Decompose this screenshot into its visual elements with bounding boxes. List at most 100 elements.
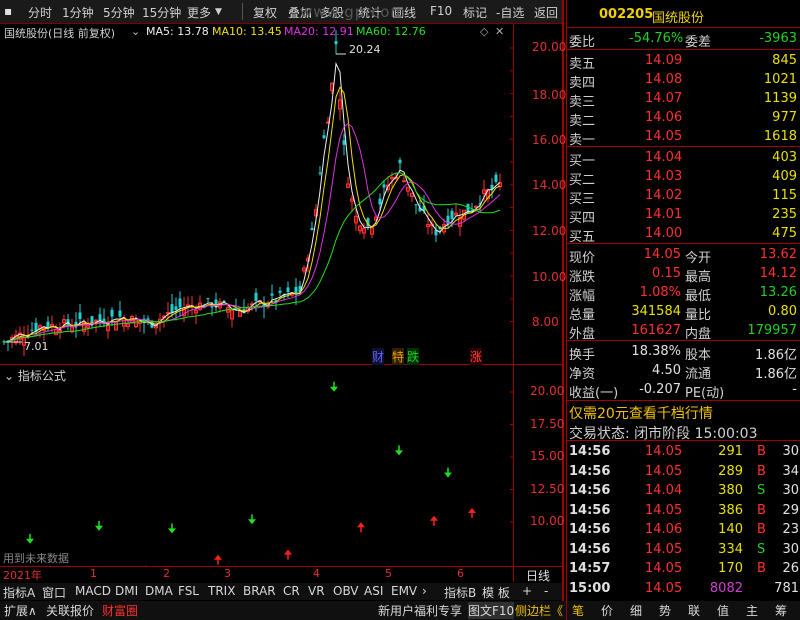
sidebar-toggle[interactable]: 侧边栏《 xyxy=(515,602,563,619)
tick-count: 30 xyxy=(782,541,799,557)
fuquan-button[interactable]: 复权 xyxy=(253,4,277,21)
indicator-axis-label: 15.00 xyxy=(530,449,565,463)
tick-row: 14:56 14.05 334 S 30 xyxy=(567,540,800,560)
bid-row: 买二 14.03 409 xyxy=(567,167,800,188)
tab-dmi[interactable]: DMI xyxy=(115,584,138,598)
down-arrow-icon xyxy=(330,381,338,392)
tick-side: S xyxy=(757,483,766,498)
up-arrow-icon xyxy=(430,515,438,526)
f10-graphic-button[interactable]: 图文F10 xyxy=(468,602,515,619)
tab-5min[interactable]: 5分钟 xyxy=(103,4,135,21)
add-button[interactable]: + xyxy=(522,584,532,598)
time-axis: 2021年 1 2 3 4 5 6 日线 xyxy=(0,567,562,584)
tick-time: 14:56 xyxy=(569,522,611,537)
tick-price: 14.05 xyxy=(645,463,683,479)
tab-asi[interactable]: ASI xyxy=(364,584,383,598)
tab-brar[interactable]: BRAR xyxy=(243,584,276,598)
indicator-chart[interactable] xyxy=(0,365,513,566)
tick-side: B xyxy=(757,463,766,479)
kline-chart[interactable] xyxy=(0,24,513,364)
candle-body xyxy=(382,184,386,188)
price-axis-label: 20.00 xyxy=(532,40,567,54)
candle-body xyxy=(174,306,178,311)
price-axis-label: 14.00 xyxy=(532,178,567,192)
remove-button[interactable]: - xyxy=(544,584,548,598)
quote-value: 1.08% xyxy=(639,285,681,300)
tick-volume: 170 xyxy=(718,561,743,576)
toolbar-menu-icon[interactable]: ▪ xyxy=(4,4,12,18)
arrow-head xyxy=(26,538,34,544)
up-arrow-icon xyxy=(145,565,147,566)
arrow-head xyxy=(168,528,176,534)
ask-price: 14.06 xyxy=(645,110,683,125)
candle-body xyxy=(342,140,346,145)
bid-row: 买一 14.04 403 xyxy=(567,148,800,169)
down-mark[interactable]: 跌 xyxy=(407,348,420,365)
up-mark[interactable]: 涨 xyxy=(470,348,483,365)
tab-indicator-a[interactable]: 指标A xyxy=(3,584,35,601)
back-button[interactable]: 返回 xyxy=(534,4,558,21)
tab-window[interactable]: 窗口 xyxy=(42,584,66,601)
arrow-head xyxy=(145,565,147,566)
quote-row: 净资 4.50 流通 1.86亿 xyxy=(567,361,800,382)
down-arrow-icon xyxy=(395,445,403,456)
period-label[interactable]: 日线 xyxy=(526,567,550,584)
quote-value: 13.26 xyxy=(759,285,797,300)
label: 委差 xyxy=(685,35,712,50)
tab-macd[interactable]: MACD xyxy=(75,584,111,598)
tab-obv[interactable]: OBV xyxy=(333,584,359,598)
promo-row[interactable]: 仅需20元查看千档行情 xyxy=(567,401,800,423)
arrow-head xyxy=(248,519,256,525)
chevron-down-icon[interactable]: ▼ xyxy=(215,7,222,17)
ma-line xyxy=(3,172,501,343)
watchlist-button[interactable]: -自选 xyxy=(496,4,524,21)
tick-time: 14:56 xyxy=(569,541,611,557)
tab-15min[interactable]: 15分钟 xyxy=(142,4,181,21)
bid-volume: 409 xyxy=(772,169,797,184)
tick-side: B xyxy=(757,502,766,518)
quote-value: 341584 xyxy=(631,304,681,319)
tick-count: 30 xyxy=(782,483,799,498)
tick-price: 14.05 xyxy=(645,541,683,557)
ask-price: 14.07 xyxy=(645,91,683,106)
tab-vr[interactable]: VR xyxy=(308,584,325,598)
candle-body xyxy=(494,174,498,182)
wealth-circle-button[interactable]: 财富圈 xyxy=(102,602,138,619)
bid-price: 14.04 xyxy=(645,150,683,165)
special-mark[interactable]: 特 xyxy=(392,348,405,365)
expand-button[interactable]: 扩展∧ xyxy=(4,602,37,619)
candle-body xyxy=(254,292,258,301)
mark-button[interactable]: 标记 xyxy=(463,4,487,21)
future-data-note: 用到未来数据 xyxy=(3,552,69,565)
tab-emv[interactable]: EMV xyxy=(391,584,417,598)
candle-body xyxy=(30,329,34,331)
tab-more[interactable]: 更多 xyxy=(187,4,211,21)
tab-fsl[interactable]: FSL xyxy=(178,584,199,598)
down-arrow-icon xyxy=(248,514,256,525)
tab-cr[interactable]: CR xyxy=(283,584,300,598)
bid-price: 14.00 xyxy=(645,226,683,241)
quote-label: PE(动) xyxy=(685,386,725,401)
ask-row: 卖三 14.07 1139 xyxy=(567,89,800,110)
quote-value: -0.207 xyxy=(639,382,681,397)
high-price-label: 20.24 xyxy=(349,43,381,56)
new-user-promo[interactable]: 新用户福利专享 xyxy=(378,602,462,619)
axis-divider xyxy=(513,24,514,582)
tab-1min[interactable]: 1分钟 xyxy=(62,4,94,21)
chevron-right-icon[interactable]: › xyxy=(422,584,427,598)
stock-header: 002205 国统股份 xyxy=(567,5,800,26)
template-button[interactable]: 模 板 xyxy=(482,584,510,601)
tab-fenshi[interactable]: 分时 xyxy=(28,4,52,21)
tick-price: 14.05 xyxy=(645,580,683,596)
tab-dma[interactable]: DMA xyxy=(145,584,173,598)
ask-row: 卖一 14.05 1618 xyxy=(567,127,800,148)
tab-indicator-b[interactable]: 指标B xyxy=(444,584,476,601)
tab-trix[interactable]: TRIX xyxy=(208,584,235,598)
arrow-head xyxy=(330,386,338,392)
f10-button[interactable]: F10 xyxy=(430,4,452,18)
finance-mark[interactable]: 财 xyxy=(372,348,385,365)
related-quotes-button[interactable]: 关联报价 xyxy=(46,602,94,619)
ask-price: 14.09 xyxy=(645,53,683,68)
promo-text[interactable]: 仅需20元查看千档行情 xyxy=(569,403,713,423)
quote-row: 涨幅 1.08% 最低 13.26 xyxy=(567,283,800,304)
